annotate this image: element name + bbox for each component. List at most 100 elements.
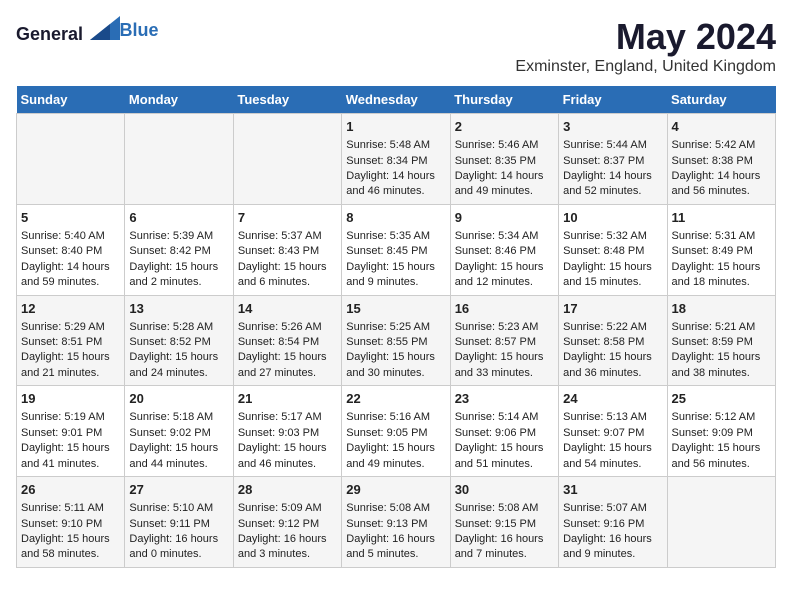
calendar-cell: 22Sunrise: 5:16 AMSunset: 9:05 PMDayligh… (342, 386, 450, 477)
sunset-text: Sunset: 8:58 PM (563, 335, 662, 350)
day-number: 28 (238, 481, 337, 499)
sunrise-text: Sunrise: 5:08 AM (455, 501, 554, 516)
day-number: 1 (346, 118, 445, 136)
sunset-text: Sunset: 8:42 PM (129, 244, 228, 259)
title-area: May 2024 Exminster, England, United King… (515, 16, 776, 76)
day-number: 30 (455, 481, 554, 499)
sunrise-text: Sunrise: 5:17 AM (238, 410, 337, 425)
daylight-text: Daylight: 15 hours and 24 minutes. (129, 350, 228, 381)
daylight-text: Daylight: 15 hours and 27 minutes. (238, 350, 337, 381)
daylight-text: Daylight: 14 hours and 52 minutes. (563, 169, 662, 200)
day-number: 2 (455, 118, 554, 136)
day-number: 27 (129, 481, 228, 499)
daylight-text: Daylight: 15 hours and 12 minutes. (455, 260, 554, 291)
sunrise-text: Sunrise: 5:37 AM (238, 229, 337, 244)
day-number: 21 (238, 390, 337, 408)
sunset-text: Sunset: 9:10 PM (21, 517, 120, 532)
calendar-cell: 24Sunrise: 5:13 AMSunset: 9:07 PMDayligh… (559, 386, 667, 477)
sunset-text: Sunset: 9:02 PM (129, 426, 228, 441)
calendar-cell (667, 477, 775, 568)
daylight-text: Daylight: 15 hours and 36 minutes. (563, 350, 662, 381)
logo: General Blue (16, 16, 159, 45)
calendar-cell: 1Sunrise: 5:48 AMSunset: 8:34 PMDaylight… (342, 114, 450, 205)
sunset-text: Sunset: 9:16 PM (563, 517, 662, 532)
calendar-cell: 26Sunrise: 5:11 AMSunset: 9:10 PMDayligh… (17, 477, 125, 568)
sunrise-text: Sunrise: 5:23 AM (455, 320, 554, 335)
calendar-cell: 13Sunrise: 5:28 AMSunset: 8:52 PMDayligh… (125, 295, 233, 386)
calendar-cell: 4Sunrise: 5:42 AMSunset: 8:38 PMDaylight… (667, 114, 775, 205)
day-number: 29 (346, 481, 445, 499)
sunset-text: Sunset: 8:49 PM (672, 244, 771, 259)
daylight-text: Daylight: 16 hours and 9 minutes. (563, 532, 662, 563)
sunrise-text: Sunrise: 5:28 AM (129, 320, 228, 335)
sunset-text: Sunset: 9:12 PM (238, 517, 337, 532)
sunrise-text: Sunrise: 5:29 AM (21, 320, 120, 335)
sunset-text: Sunset: 8:37 PM (563, 154, 662, 169)
sunset-text: Sunset: 8:35 PM (455, 154, 554, 169)
month-title: May 2024 (515, 16, 776, 58)
calendar-week-row: 19Sunrise: 5:19 AMSunset: 9:01 PMDayligh… (17, 386, 776, 477)
daylight-text: Daylight: 15 hours and 46 minutes. (238, 441, 337, 472)
daylight-text: Daylight: 15 hours and 58 minutes. (21, 532, 120, 563)
calendar-cell: 27Sunrise: 5:10 AMSunset: 9:11 PMDayligh… (125, 477, 233, 568)
day-number: 11 (672, 209, 771, 227)
calendar-cell: 2Sunrise: 5:46 AMSunset: 8:35 PMDaylight… (450, 114, 558, 205)
weekday-header-row: SundayMondayTuesdayWednesdayThursdayFrid… (17, 86, 776, 114)
header: General Blue May 2024 Exminster, England… (16, 16, 776, 76)
day-number: 26 (21, 481, 120, 499)
daylight-text: Daylight: 15 hours and 49 minutes. (346, 441, 445, 472)
sunrise-text: Sunrise: 5:31 AM (672, 229, 771, 244)
weekday-header-wednesday: Wednesday (342, 86, 450, 114)
daylight-text: Daylight: 15 hours and 56 minutes. (672, 441, 771, 472)
sunset-text: Sunset: 9:01 PM (21, 426, 120, 441)
sunrise-text: Sunrise: 5:32 AM (563, 229, 662, 244)
day-number: 3 (563, 118, 662, 136)
daylight-text: Daylight: 15 hours and 54 minutes. (563, 441, 662, 472)
calendar-cell (17, 114, 125, 205)
daylight-text: Daylight: 15 hours and 41 minutes. (21, 441, 120, 472)
sunrise-text: Sunrise: 5:10 AM (129, 501, 228, 516)
sunset-text: Sunset: 8:54 PM (238, 335, 337, 350)
weekday-header-tuesday: Tuesday (233, 86, 341, 114)
calendar-cell: 8Sunrise: 5:35 AMSunset: 8:45 PMDaylight… (342, 204, 450, 295)
sunset-text: Sunset: 9:13 PM (346, 517, 445, 532)
daylight-text: Daylight: 15 hours and 2 minutes. (129, 260, 228, 291)
day-number: 9 (455, 209, 554, 227)
daylight-text: Daylight: 15 hours and 21 minutes. (21, 350, 120, 381)
calendar-cell: 30Sunrise: 5:08 AMSunset: 9:15 PMDayligh… (450, 477, 558, 568)
sunrise-text: Sunrise: 5:48 AM (346, 138, 445, 153)
sunrise-text: Sunrise: 5:35 AM (346, 229, 445, 244)
sunset-text: Sunset: 8:43 PM (238, 244, 337, 259)
sunset-text: Sunset: 9:05 PM (346, 426, 445, 441)
weekday-header-monday: Monday (125, 86, 233, 114)
calendar-cell: 16Sunrise: 5:23 AMSunset: 8:57 PMDayligh… (450, 295, 558, 386)
day-number: 14 (238, 300, 337, 318)
location-title: Exminster, England, United Kingdom (515, 58, 776, 76)
daylight-text: Daylight: 15 hours and 18 minutes. (672, 260, 771, 291)
calendar-week-row: 12Sunrise: 5:29 AMSunset: 8:51 PMDayligh… (17, 295, 776, 386)
daylight-text: Daylight: 16 hours and 7 minutes. (455, 532, 554, 563)
day-number: 12 (21, 300, 120, 318)
sunrise-text: Sunrise: 5:40 AM (21, 229, 120, 244)
daylight-text: Daylight: 15 hours and 44 minutes. (129, 441, 228, 472)
calendar-cell: 18Sunrise: 5:21 AMSunset: 8:59 PMDayligh… (667, 295, 775, 386)
daylight-text: Daylight: 14 hours and 46 minutes. (346, 169, 445, 200)
day-number: 25 (672, 390, 771, 408)
daylight-text: Daylight: 16 hours and 0 minutes. (129, 532, 228, 563)
sunrise-text: Sunrise: 5:14 AM (455, 410, 554, 425)
calendar-cell: 31Sunrise: 5:07 AMSunset: 9:16 PMDayligh… (559, 477, 667, 568)
logo-icon (90, 16, 120, 40)
weekday-header-sunday: Sunday (17, 86, 125, 114)
calendar-cell: 28Sunrise: 5:09 AMSunset: 9:12 PMDayligh… (233, 477, 341, 568)
daylight-text: Daylight: 15 hours and 6 minutes. (238, 260, 337, 291)
sunrise-text: Sunrise: 5:44 AM (563, 138, 662, 153)
day-number: 22 (346, 390, 445, 408)
calendar-cell: 14Sunrise: 5:26 AMSunset: 8:54 PMDayligh… (233, 295, 341, 386)
day-number: 20 (129, 390, 228, 408)
calendar-cell: 3 Sunrise: 5:44 AMSunset: 8:37 PMDaylight… (559, 114, 667, 205)
day-number: 8 (346, 209, 445, 227)
sunrise-text: Sunrise: 5:42 AM (672, 138, 771, 153)
sunset-text: Sunset: 8:48 PM (563, 244, 662, 259)
day-number: 31 (563, 481, 662, 499)
daylight-text: Daylight: 15 hours and 33 minutes. (455, 350, 554, 381)
